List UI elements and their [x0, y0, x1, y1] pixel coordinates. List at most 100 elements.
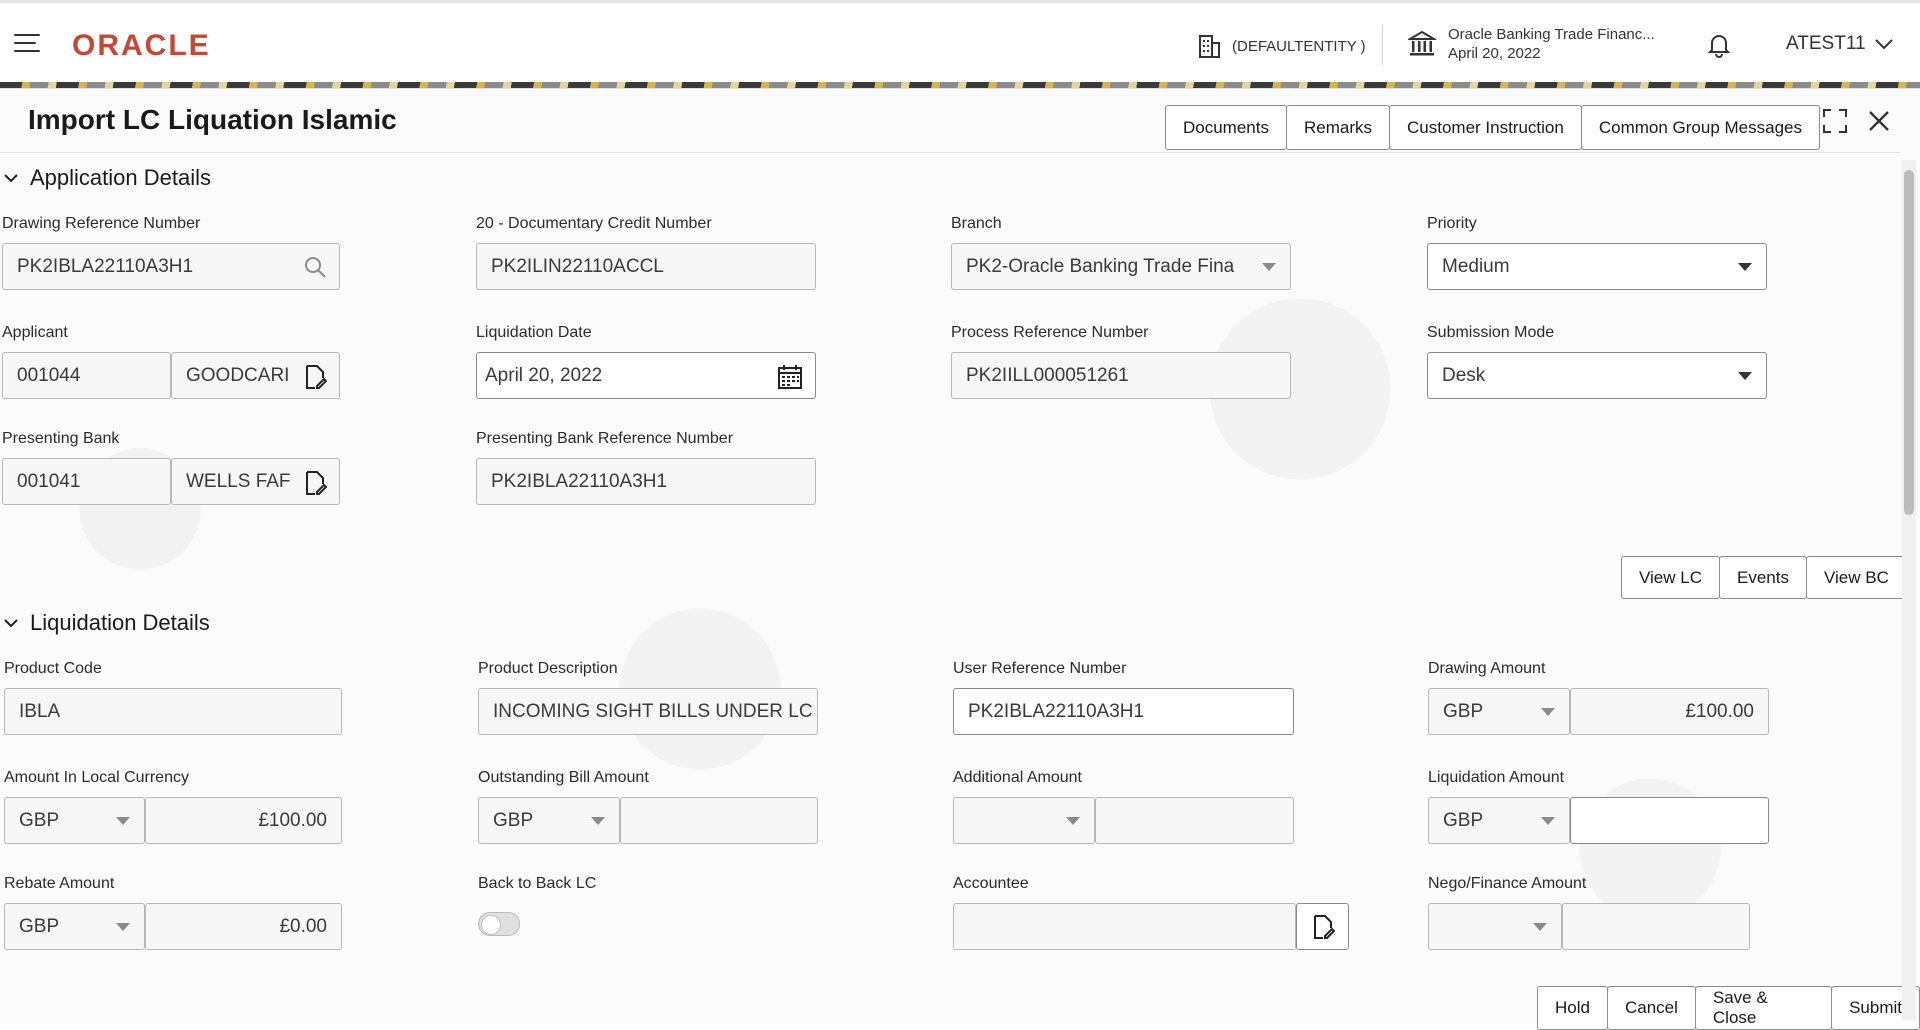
view-bc-button[interactable]: View BC: [1806, 556, 1907, 599]
branch-value: PK2-Oracle Banking Trade Fina: [966, 256, 1234, 278]
local-amount-label: Amount In Local Currency: [4, 769, 189, 787]
dc-number-value: PK2ILIN22110ACCL: [491, 256, 664, 278]
b2b-label: Back to Back LC: [478, 875, 596, 893]
close-icon[interactable]: [1866, 108, 1892, 134]
menu-icon[interactable]: [14, 34, 40, 54]
liq-ccy-select[interactable]: GBP: [1428, 797, 1570, 844]
liq-date-field[interactable]: April 20, 2022: [476, 352, 816, 399]
presenting-ref-label: Presenting Bank Reference Number: [476, 430, 733, 448]
presenting-bank-id-field: 001041: [2, 458, 171, 505]
drawing-ref-label: Drawing Reference Number: [2, 215, 200, 233]
entity-selector[interactable]: (DEFAULTENTITY ): [1196, 33, 1366, 59]
hold-button[interactable]: Hold: [1537, 986, 1608, 1030]
edit-document-icon[interactable]: [303, 470, 327, 496]
priority-select[interactable]: Medium: [1427, 243, 1767, 290]
drawing-ref-value: PK2IBLA22110A3H1: [17, 256, 193, 278]
local-ccy-select[interactable]: GBP: [4, 797, 145, 844]
liq-amount-field[interactable]: [1570, 797, 1769, 844]
scrollbar-thumb[interactable]: [1904, 170, 1914, 515]
notifications-bell-icon[interactable]: [1706, 31, 1732, 64]
outstanding-amount-field: [620, 797, 818, 844]
back-to-back-toggle[interactable]: [478, 912, 520, 936]
caret-down-icon: [1738, 372, 1752, 380]
rebate-ccy-select[interactable]: GBP: [4, 903, 145, 950]
events-button[interactable]: Events: [1719, 556, 1807, 599]
submission-select[interactable]: Desk: [1427, 352, 1767, 399]
applicant-name-value: GOODCARI: [186, 365, 289, 387]
entity-label: (DEFAULTENTITY ): [1232, 38, 1366, 55]
edit-document-icon: [1311, 914, 1335, 940]
drawing-ccy-select[interactable]: GBP: [1428, 688, 1570, 735]
product-code-field: IBLA: [4, 688, 342, 735]
submission-value: Desk: [1442, 365, 1485, 387]
liq-ccy-value: GBP: [1443, 810, 1483, 832]
branch-label: Branch: [951, 215, 1002, 233]
documents-button[interactable]: Documents: [1165, 105, 1287, 150]
chevron-down-icon: [1874, 38, 1894, 50]
footer-actions: Hold Cancel Save & Close Submit: [1538, 986, 1920, 1030]
search-icon[interactable]: [303, 255, 327, 279]
cancel-button[interactable]: Cancel: [1607, 986, 1696, 1030]
liq-date-value: April 20, 2022: [485, 365, 602, 387]
header-separator: [0, 152, 1900, 153]
rebate-amount-field: £0.00: [145, 903, 342, 950]
priority-value: Medium: [1442, 256, 1510, 278]
save-close-button[interactable]: Save & Close: [1695, 986, 1832, 1030]
process-ref-field: PK2IILL000051261: [951, 352, 1291, 399]
header-actions: Documents Remarks Customer Instruction C…: [1166, 105, 1820, 150]
additional-label: Additional Amount: [953, 769, 1082, 787]
application-details-title: Application Details: [30, 165, 211, 191]
dc-number-label: 20 - Documentary Credit Number: [476, 215, 712, 233]
process-ref-label: Process Reference Number: [951, 324, 1148, 342]
presenting-ref-field[interactable]: PK2IBLA22110A3H1: [476, 458, 816, 505]
caret-down-icon: [1541, 708, 1555, 716]
bank-selector[interactable]: Oracle Banking Trade Financ... April 20,…: [1408, 25, 1655, 63]
liq-date-label: Liquidation Date: [476, 324, 592, 342]
presenting-ref-value: PK2IBLA22110A3H1: [491, 471, 667, 493]
applicant-id-field: 001044: [2, 352, 171, 399]
outstanding-label: Outstanding Bill Amount: [478, 769, 649, 787]
nego-amount-field[interactable]: [1562, 903, 1750, 950]
liquidation-details-toggle[interactable]: Liquidation Details: [4, 610, 210, 636]
presenting-bank-name-value: WELLS FAF: [186, 471, 291, 493]
product-desc-label: Product Description: [478, 660, 618, 678]
nego-ccy-select[interactable]: [1428, 903, 1562, 950]
expand-icon[interactable]: [1822, 108, 1848, 134]
view-lc-button[interactable]: View LC: [1621, 556, 1720, 599]
edit-document-icon[interactable]: [303, 364, 327, 390]
accountee-field[interactable]: [953, 903, 1296, 950]
user-name: ATEST11: [1786, 33, 1866, 55]
applicant-name-field[interactable]: GOODCARI: [171, 352, 340, 399]
local-ccy-value: GBP: [19, 810, 59, 832]
priority-label: Priority: [1427, 215, 1477, 233]
additional-ccy-select[interactable]: [953, 797, 1095, 844]
user-ref-field[interactable]: PK2IBLA22110A3H1: [953, 688, 1294, 735]
outstanding-ccy-value: GBP: [493, 810, 533, 832]
bank-date: April 20, 2022: [1448, 44, 1655, 63]
outstanding-ccy-select[interactable]: GBP: [478, 797, 620, 844]
caret-down-icon: [1533, 923, 1547, 931]
drawing-ccy-value: GBP: [1443, 701, 1483, 723]
rebate-label: Rebate Amount: [4, 875, 114, 893]
presenting-bank-name-field[interactable]: WELLS FAF: [171, 458, 340, 505]
drawing-ref-field[interactable]: PK2IBLA22110A3H1: [2, 243, 340, 290]
user-ref-label: User Reference Number: [953, 660, 1126, 678]
caret-down-icon: [1541, 817, 1555, 825]
caret-down-icon: [1738, 263, 1752, 271]
user-menu[interactable]: ATEST11: [1786, 33, 1894, 55]
remarks-button[interactable]: Remarks: [1286, 105, 1390, 150]
header-divider: [1382, 25, 1383, 65]
bank-name: Oracle Banking Trade Financ...: [1448, 25, 1655, 44]
calendar-icon[interactable]: [777, 364, 803, 390]
accountee-lookup-button[interactable]: [1296, 903, 1349, 950]
rebate-ccy-value: GBP: [19, 916, 59, 938]
common-group-messages-button[interactable]: Common Group Messages: [1581, 105, 1820, 150]
additional-amount-field[interactable]: [1095, 797, 1294, 844]
application-details-toggle[interactable]: Application Details: [4, 165, 211, 191]
customer-instruction-button[interactable]: Customer Instruction: [1389, 105, 1582, 150]
caret-down-icon: [116, 923, 130, 931]
branch-select[interactable]: PK2-Oracle Banking Trade Fina: [951, 243, 1291, 290]
chevron-down-icon: [4, 616, 18, 630]
drawing-amount-field: £100.00: [1570, 688, 1769, 735]
bank-icon: [1408, 30, 1436, 58]
